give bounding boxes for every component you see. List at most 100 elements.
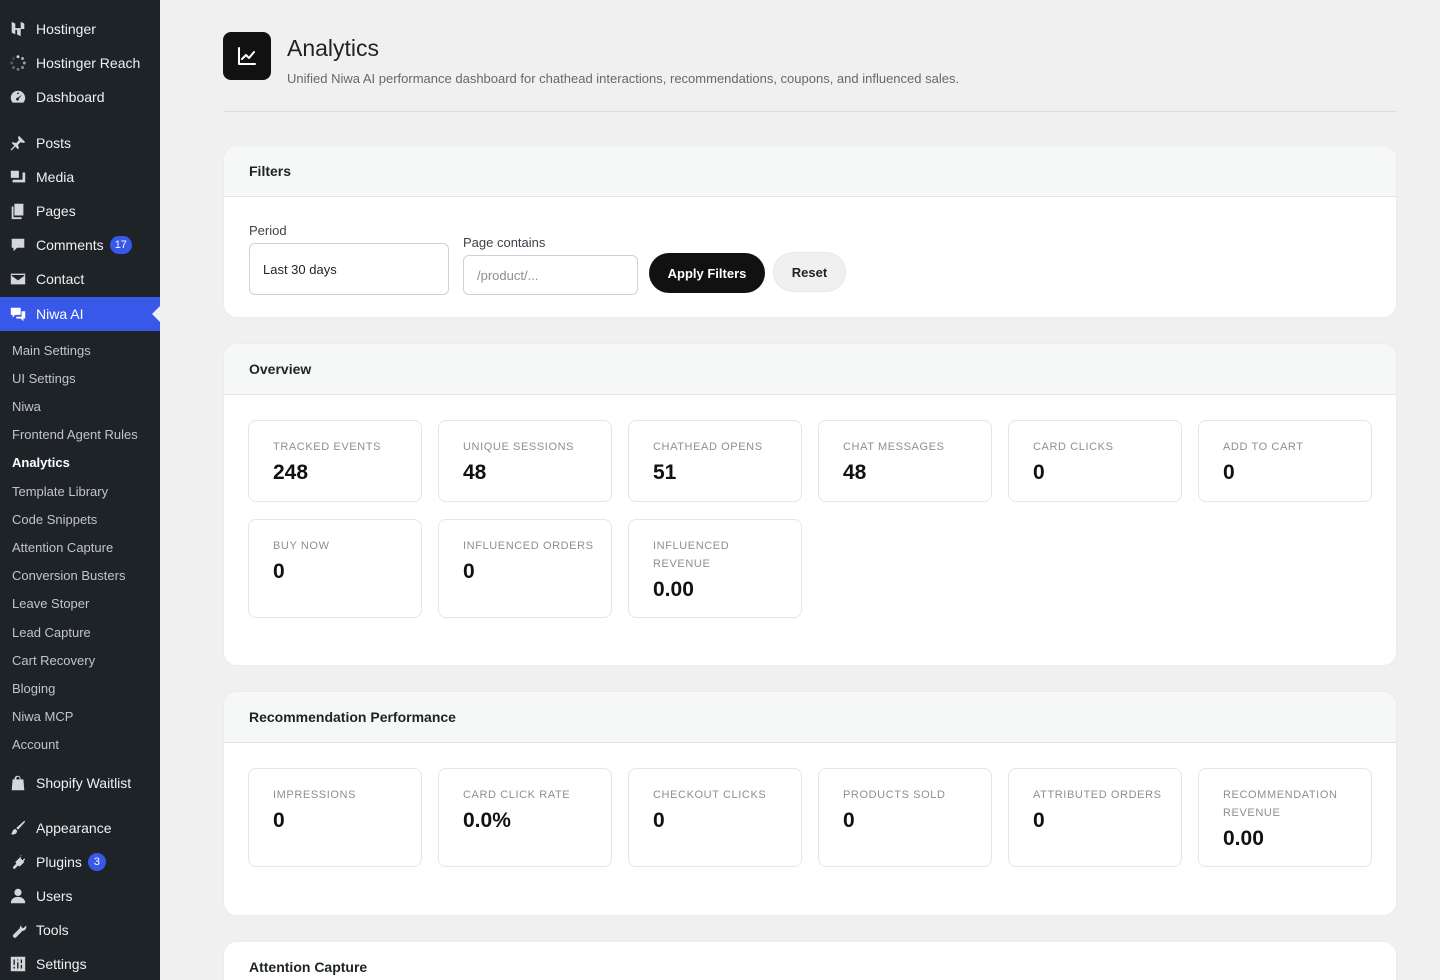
stat-value: 0 <box>273 560 285 583</box>
stat-label: RECOMMENDATION REVENUE <box>1223 789 1338 819</box>
menu-item-comments[interactable]: Comments 17 <box>0 228 160 262</box>
period-select[interactable]: Last 30 days <box>249 243 449 295</box>
menu-item-label: Hostinger Reach <box>36 55 141 71</box>
stat-tile-recommendation-revenue: RECOMMENDATION REVENUE 0.00 <box>1198 768 1372 867</box>
stat-tile-products-sold: PRODUCTS SOLD 0 <box>818 768 992 867</box>
filters-heading: Filters <box>224 146 1396 197</box>
menu-item-label: Contact <box>36 271 85 287</box>
main-content: Analytics Unified Niwa AI performance da… <box>160 0 1440 980</box>
stat-label: CARD CLICK RATE <box>463 789 571 801</box>
menu-item-dashboard[interactable]: Dashboard <box>0 80 160 114</box>
admin-sidebar: Hostinger Hostinger Reach Dashboard Post… <box>0 0 160 980</box>
menu-item-hostinger[interactable]: Hostinger <box>0 12 160 46</box>
stat-tile-add-to-cart: ADD TO CART 0 <box>1198 420 1372 502</box>
menu-item-label: Niwa AI <box>36 306 84 322</box>
stat-tile-checkout-clicks: CHECKOUT CLICKS 0 <box>628 768 802 867</box>
stat-value: 0.00 <box>1223 827 1264 850</box>
submenu-account[interactable]: Account <box>12 735 59 755</box>
menu-item-label: Plugins <box>36 854 82 870</box>
page-contains-input[interactable]: /product/... <box>463 255 638 295</box>
submenu-niwa[interactable]: Niwa <box>12 397 41 417</box>
menu-item-label: Pages <box>36 203 76 219</box>
apply-filters-button[interactable]: Apply Filters <box>649 253 765 293</box>
recommendation-performance-card: Recommendation Performance IMPRESSIONS 0… <box>223 691 1397 916</box>
stat-label: CHECKOUT CLICKS <box>653 789 767 801</box>
submenu-bloging[interactable]: Bloging <box>12 679 55 699</box>
attention-capture-heading: Attention Capture <box>224 942 1396 980</box>
recommendation-heading: Recommendation Performance <box>224 692 1396 743</box>
stat-value: 0.00 <box>653 578 694 601</box>
stat-tile-card-click-rate: CARD CLICK RATE 0.0% <box>438 768 612 867</box>
page-title: Analytics <box>287 35 380 61</box>
stat-value: 0 <box>273 809 285 832</box>
plug-icon <box>8 852 28 872</box>
menu-item-label: Shopify Waitlist <box>36 775 132 791</box>
menu-item-settings[interactable]: Settings <box>0 947 160 980</box>
hostinger-logo-icon <box>8 19 28 39</box>
menu-item-media[interactable]: Media <box>0 160 160 194</box>
stat-tile-attributed-orders: ATTRIBUTED ORDERS 0 <box>1008 768 1182 867</box>
submenu-ui-settings[interactable]: UI Settings <box>12 369 76 389</box>
comment-bubble-icon <box>8 235 28 255</box>
stat-value: 48 <box>463 461 487 484</box>
comments-count-badge: 17 <box>109 236 132 254</box>
pages-icon <box>8 201 28 221</box>
menu-item-contact[interactable]: Contact <box>0 262 160 296</box>
submenu-code-snippets[interactable]: Code Snippets <box>12 510 97 530</box>
submenu-niwa-mcp[interactable]: Niwa MCP <box>12 707 73 727</box>
menu-item-label: Hostinger <box>36 21 96 37</box>
paintbrush-icon <box>8 818 28 838</box>
submenu-lead-capture[interactable]: Lead Capture <box>12 623 91 643</box>
menu-item-hostinger-reach[interactable]: Hostinger Reach <box>0 46 160 80</box>
menu-item-tools[interactable]: Tools <box>0 913 160 947</box>
stat-tile-buy-now: BUY NOW 0 <box>248 519 422 618</box>
stat-value: 0 <box>1223 461 1235 484</box>
submenu-frontend-agent-rules[interactable]: Frontend Agent Rules <box>12 425 138 445</box>
menu-item-label: Settings <box>36 956 87 972</box>
stat-label: CHATHEAD OPENS <box>653 441 763 453</box>
stat-value: 248 <box>273 461 309 484</box>
submenu-leave-stoper[interactable]: Leave Stoper <box>12 594 89 614</box>
stat-label: INFLUENCED REVENUE <box>653 540 730 570</box>
page-header: Analytics Unified Niwa AI performance da… <box>223 32 1397 112</box>
overview-card: Overview TRACKED EVENTS 248 UNIQUE SESSI… <box>223 343 1397 666</box>
stat-tile-chat-messages: CHAT MESSAGES 48 <box>818 420 992 502</box>
stat-tile-unique-sessions: UNIQUE SESSIONS 48 <box>438 420 612 502</box>
submenu-cart-recovery[interactable]: Cart Recovery <box>12 651 95 671</box>
submenu-template-library[interactable]: Template Library <box>12 482 108 502</box>
menu-item-posts[interactable]: Posts <box>0 126 160 160</box>
submenu-analytics[interactable]: Analytics <box>12 453 70 473</box>
period-label: Period <box>249 223 287 238</box>
line-chart-icon <box>223 32 271 80</box>
stat-value: 0 <box>463 560 475 583</box>
menu-item-niwa-ai[interactable]: Niwa AI <box>0 297 160 331</box>
menu-item-appearance[interactable]: Appearance <box>0 811 160 845</box>
submenu-attention-capture[interactable]: Attention Capture <box>12 538 113 558</box>
menu-item-plugins[interactable]: Plugins 3 <box>0 845 160 879</box>
stat-value: 0 <box>1033 809 1045 832</box>
submenu-main-settings[interactable]: Main Settings <box>12 341 91 361</box>
niwa-ai-submenu: Main Settings UI Settings Niwa Frontend … <box>0 331 160 765</box>
stat-tile-influenced-orders: INFLUENCED ORDERS 0 <box>438 519 612 618</box>
menu-item-users[interactable]: Users <box>0 879 160 913</box>
stat-value: 48 <box>843 461 867 484</box>
sliders-icon <box>8 954 28 974</box>
reset-button[interactable]: Reset <box>773 252 846 292</box>
shopify-bag-icon <box>8 773 28 793</box>
stat-label: PRODUCTS SOLD <box>843 789 946 801</box>
menu-item-label: Comments <box>36 237 104 253</box>
stat-label: IMPRESSIONS <box>273 789 357 801</box>
menu-item-label: Posts <box>36 135 72 151</box>
submenu-conversion-busters[interactable]: Conversion Busters <box>12 566 125 586</box>
menu-item-shopify-waitlist[interactable]: Shopify Waitlist <box>0 766 160 800</box>
menu-item-pages[interactable]: Pages <box>0 194 160 228</box>
envelope-icon <box>8 269 28 289</box>
menu-item-label: Users <box>36 888 73 904</box>
stat-value: 0 <box>843 809 855 832</box>
stat-label: ADD TO CART <box>1223 441 1304 453</box>
stat-tile-card-clicks: CARD CLICKS 0 <box>1008 420 1182 502</box>
plugins-count-badge: 3 <box>87 853 106 871</box>
stat-tile-chathead-opens: CHATHEAD OPENS 51 <box>628 420 802 502</box>
media-icon <box>8 167 28 187</box>
wrench-icon <box>8 920 28 940</box>
